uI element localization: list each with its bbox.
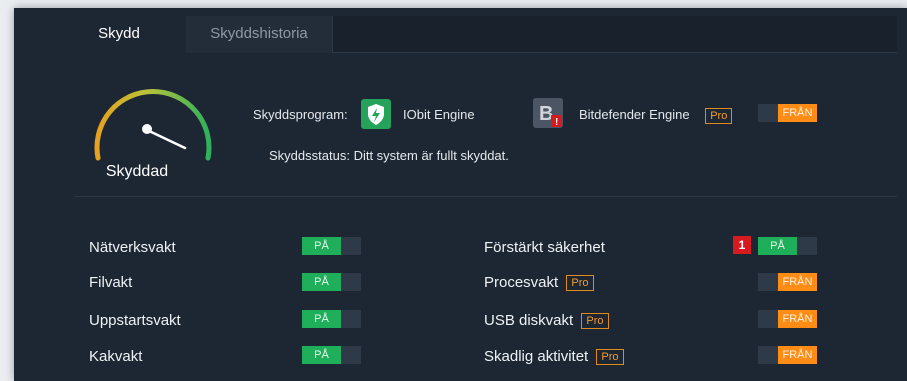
guard-name: Skadlig aktivitet	[484, 348, 589, 365]
toggle-skadlig-aktivitet[interactable]: FRÅN	[758, 346, 817, 364]
tab-skydd[interactable]: Skydd	[52, 16, 186, 53]
toggle-knob: PÅ	[302, 273, 341, 291]
status-label: Skyddsstatus:	[269, 148, 350, 163]
guard-label-filvakt: Filvakt	[89, 274, 133, 291]
bitdefender-toggle[interactable]: FRÅN	[758, 104, 817, 122]
guard-label-procesvakt: Procesvakt Pro	[484, 274, 594, 292]
toggle-knob: PÅ	[302, 310, 341, 328]
guard-label-forstarkt-sakerhet: Förstärkt säkerhet	[484, 239, 605, 256]
alert-count-badge: 1	[733, 236, 751, 254]
program-label: Skyddsprogram:	[253, 107, 348, 122]
svg-text:!: !	[555, 117, 558, 128]
toggle-knob: PÅ	[302, 346, 341, 364]
toggle-knob: PÅ	[302, 237, 341, 255]
toggle-kakvakt[interactable]: PÅ	[302, 346, 361, 364]
pro-badge: Pro	[596, 349, 624, 366]
toggle-natverksvakt[interactable]: PÅ	[302, 237, 361, 255]
shield-check-icon	[361, 99, 391, 129]
app-window: Skydd Skyddshistoria Skyddad Skyddsprogr…	[14, 8, 907, 381]
tab-bar: Skydd Skyddshistoria	[52, 16, 897, 53]
guard-label-uppstartsvakt: Uppstartsvakt	[89, 312, 181, 329]
guard-label-kakvakt: Kakvakt	[89, 348, 143, 365]
guard-label-skadlig-aktivitet: Skadlig aktivitet Pro	[484, 348, 624, 366]
bitdefender-name: Bitdefender Engine	[579, 107, 690, 122]
guard-name: USB diskvakt	[484, 312, 574, 329]
pro-badge: Pro	[581, 313, 609, 330]
toggle-knob: FRÅN	[778, 310, 817, 328]
guard-label-natverksvakt: Nätverksvakt	[89, 239, 176, 256]
toggle-knob: FRÅN	[778, 104, 817, 122]
divider	[74, 196, 897, 197]
toggle-knob: PÅ	[758, 237, 797, 255]
toggle-usb-diskvakt[interactable]: FRÅN	[758, 310, 817, 328]
toggle-uppstartsvakt[interactable]: PÅ	[302, 310, 361, 328]
toggle-knob: FRÅN	[778, 273, 817, 291]
guard-name: Procesvakt	[484, 274, 559, 291]
toggle-knob: FRÅN	[778, 346, 817, 364]
toggle-filvakt[interactable]: PÅ	[302, 273, 361, 291]
toggle-procesvakt[interactable]: FRÅN	[758, 273, 817, 291]
toggle-forstarkt-sakerhet[interactable]: PÅ	[758, 237, 817, 255]
bitdefender-engine-label: Bitdefender Engine Pro	[579, 107, 733, 124]
tab-skyddshistoria[interactable]: Skyddshistoria	[186, 16, 333, 53]
pro-badge: Pro	[566, 275, 594, 292]
status-text: Ditt system är fullt skyddat.	[353, 148, 509, 163]
bitdefender-icon: B !	[533, 98, 563, 128]
guard-label-usb-diskvakt: USB diskvakt Pro	[484, 312, 609, 330]
gauge-status-label: Skyddad	[105, 163, 169, 180]
pro-badge: Pro	[705, 107, 733, 124]
protection-status: Skyddsstatus: Ditt system är fullt skydd…	[269, 148, 509, 163]
iobit-engine-label: IObit Engine	[403, 107, 475, 122]
